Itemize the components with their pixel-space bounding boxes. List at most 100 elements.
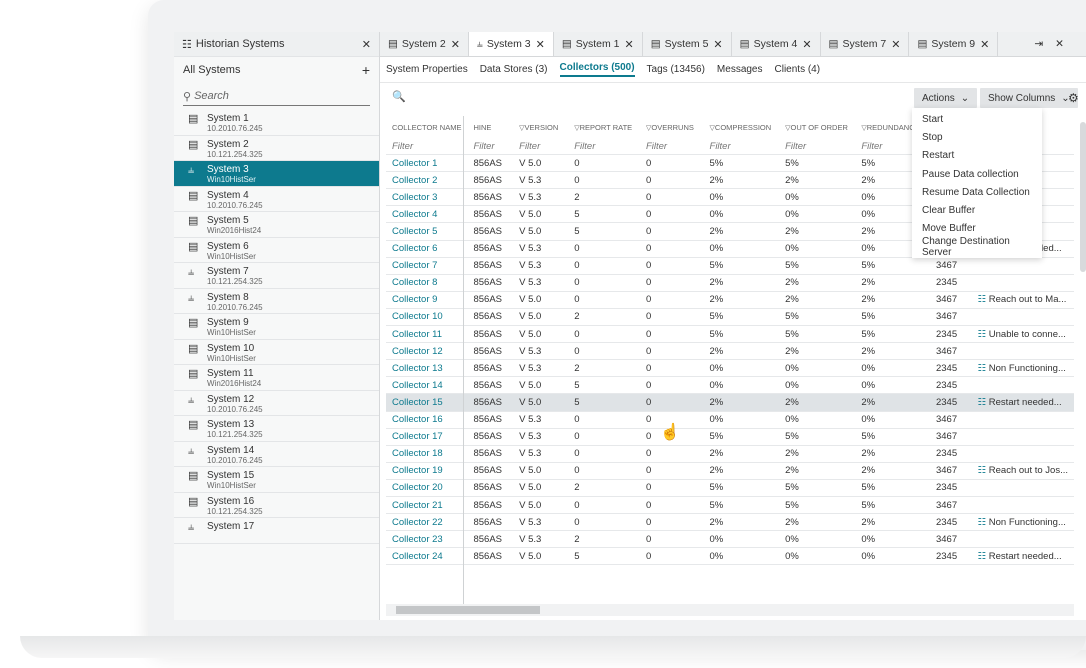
search-input[interactable]: ⚲ Search xyxy=(183,87,370,106)
section-tab[interactable]: Tags (13456) xyxy=(647,64,705,75)
sidebar-item-system-9[interactable]: ▤ System 9 Win10HistSer xyxy=(174,314,379,340)
table-row[interactable]: Collector 22 856AS V 5.3 0 0 2% 2% 2% 2345 ☷ Non … xyxy=(386,513,1074,532)
table-cell[interactable]: Collector 11 xyxy=(386,325,468,344)
section-tab[interactable]: Clients (4) xyxy=(775,64,821,75)
binoculars-icon[interactable]: 🔍 xyxy=(392,90,406,103)
table-cell[interactable]: Collector 14 xyxy=(386,376,468,395)
table-row[interactable]: Collector 16 856AS V 5.3 0 0 0% 0% 0% 3467 xyxy=(386,411,1074,429)
filter-input[interactable]: Filter xyxy=(386,138,468,156)
section-tab[interactable]: System Properties xyxy=(386,64,468,75)
comment-icon[interactable]: ☷ xyxy=(978,517,989,528)
horizontal-scrollbar[interactable] xyxy=(386,604,1074,616)
table-cell[interactable]: Collector 7 xyxy=(386,257,468,275)
tab-system-5[interactable]: ▤ System 5 ✕ xyxy=(643,32,732,56)
comment-icon[interactable]: ☷ xyxy=(978,397,989,408)
filter-input[interactable]: Filter xyxy=(513,138,569,156)
comment-icon[interactable]: ☷ xyxy=(978,465,989,476)
table-row[interactable]: Collector 15 856AS V 5.0 5 0 2% 2% 2% 2345 ☷ Rest… xyxy=(386,393,1074,412)
comment-icon[interactable]: ☷ xyxy=(978,551,989,562)
sidebar-item-system-5[interactable]: ▤ System 5 Win2016Hist24 xyxy=(174,212,379,238)
actions-menu-item[interactable]: Restart xyxy=(912,147,1042,165)
tab-system-4[interactable]: ▤ System 4 ✕ xyxy=(732,32,821,56)
column-header[interactable]: COLLECTOR NAME xyxy=(386,116,467,138)
sidebar-item-system-17[interactable]: ⫨ System 17 xyxy=(174,518,379,544)
table-cell[interactable]: Collector 16 xyxy=(386,411,468,429)
table-cell[interactable]: Collector 23 xyxy=(386,530,468,549)
table-row[interactable]: Collector 21 856AS V 5.0 0 0 5% 5% 5% 3467 xyxy=(386,496,1074,515)
table-cell[interactable]: Collector 22 xyxy=(386,513,468,532)
table-cell[interactable]: Collector 15 xyxy=(386,393,468,412)
sidebar-item-system-2[interactable]: ▤ System 2 10.121.254.325 xyxy=(174,136,379,161)
table-row[interactable]: Collector 7 856AS V 5.3 0 0 5% 5% 5% 3467 xyxy=(386,257,1074,275)
filter-input[interactable]: Filter xyxy=(568,138,640,156)
column-header[interactable]: HINE xyxy=(467,116,513,138)
table-cell[interactable]: Collector 2 xyxy=(386,171,468,190)
table-row[interactable]: Collector 13 856AS V 5.3 2 0 0% 0% 0% 2345 ☷ Non … xyxy=(386,359,1074,378)
table-cell[interactable]: Collector 20 xyxy=(386,479,468,497)
sidebar-item-system-13[interactable]: ▤ System 13 10.121.254.325 xyxy=(174,416,379,442)
sidebar-item-system-10[interactable]: ▤ System 10 Win10HistSer xyxy=(174,340,379,365)
sidebar-item-system-16[interactable]: ▤ System 16 10.121.254.325 xyxy=(174,493,379,518)
table-row[interactable]: Collector 17 856AS V 5.3 0 0 5% 5% 5% 3467 xyxy=(386,428,1074,446)
section-tab[interactable]: Messages xyxy=(717,64,763,75)
close-icon[interactable]: ✕ xyxy=(1055,38,1064,50)
actions-menu-item[interactable]: Resume Data Collection xyxy=(912,183,1042,201)
sidebar-item-system-3[interactable]: ⫨ System 3 Win10HistSer xyxy=(174,161,379,187)
table-cell[interactable]: Collector 13 xyxy=(386,359,468,378)
close-icon[interactable]: ✕ xyxy=(713,38,722,51)
close-icon[interactable]: ✕ xyxy=(980,38,989,51)
table-row[interactable]: Collector 10 856AS V 5.0 2 0 5% 5% 5% 3467 xyxy=(386,308,1074,327)
section-tab[interactable]: Collectors (500) xyxy=(559,62,635,77)
sidebar-item-system-11[interactable]: ▤ System 11 Win2016Hist24 xyxy=(174,365,379,391)
table-cell[interactable]: Collector 24 xyxy=(386,547,468,566)
actions-menu-item[interactable]: Pause Data collection xyxy=(912,165,1042,183)
table-cell[interactable]: Collector 10 xyxy=(386,308,468,327)
table-row[interactable]: Collector 23 856AS V 5.3 2 0 0% 0% 0% 3467 xyxy=(386,530,1074,549)
sidebar-item-system-14[interactable]: ⫨ System 14 10.2010.76.245 xyxy=(174,442,379,467)
comment-icon[interactable]: ☷ xyxy=(978,363,989,374)
actions-menu-item[interactable]: Stop xyxy=(912,128,1042,146)
table-cell[interactable]: Collector 17 xyxy=(386,428,468,446)
sidebar-item-system-7[interactable]: ⫨ System 7 10.121.254.325 xyxy=(174,263,379,289)
filter-input[interactable]: Filter xyxy=(703,138,780,156)
filter-input[interactable]: Filter xyxy=(779,138,856,156)
table-row[interactable]: Collector 19 856AS V 5.0 0 0 2% 2% 2% 3467 ☷ Reac… xyxy=(386,462,1074,480)
table-row[interactable]: Collector 12 856AS V 5.3 0 0 2% 2% 2% 3467 xyxy=(386,342,1074,361)
actions-button[interactable]: Actions ⌄ xyxy=(914,88,978,108)
show-columns-button[interactable]: Show Columns ⌄ xyxy=(980,88,1078,108)
table-cell[interactable]: Collector 9 xyxy=(386,291,468,309)
systems-selector[interactable]: All Systems + xyxy=(174,57,379,83)
sidebar-item-system-6[interactable]: ▤ System 6 Win10HistSer xyxy=(174,238,379,263)
section-tab[interactable]: Data Stores (3) xyxy=(480,64,548,75)
table-row[interactable]: Collector 20 856AS V 5.0 2 0 5% 5% 5% 2345 xyxy=(386,479,1074,497)
actions-menu-item[interactable]: Start xyxy=(912,110,1042,128)
sidebar-item-system-1[interactable]: ▤ System 1 10.2010.76.245 xyxy=(174,110,379,136)
table-cell[interactable]: Collector 21 xyxy=(386,496,468,515)
filter-input[interactable]: Filter xyxy=(639,138,704,156)
close-icon[interactable]: ✕ xyxy=(451,38,460,51)
table-cell[interactable]: Collector 1 xyxy=(386,154,468,173)
table-row[interactable]: Collector 24 856AS V 5.0 5 0 0% 0% 0% 2345 ☷ Rest… xyxy=(386,547,1074,566)
actions-menu-item[interactable]: Change Destination Server xyxy=(912,236,1042,258)
column-header[interactable]: ▽COMPRESSION xyxy=(704,116,780,138)
tab-system-7[interactable]: ▤ System 7 ✕ xyxy=(821,32,910,56)
add-system-button[interactable]: + xyxy=(362,62,370,78)
table-row[interactable]: Collector 9 856AS V 5.0 0 0 2% 2% 2% 3467 ☷ Reach… xyxy=(386,291,1074,309)
table-cell[interactable]: Collector 8 xyxy=(386,274,468,292)
actions-menu-item[interactable]: Clear Buffer xyxy=(912,201,1042,219)
filter-input[interactable]: Filter xyxy=(467,138,514,156)
tab-system-9[interactable]: ▤ System 9 ✕ xyxy=(909,32,999,56)
column-header[interactable]: ▽OUT OF ORDER xyxy=(779,116,855,138)
vertical-scrollbar[interactable] xyxy=(1080,122,1086,272)
expand-icon[interactable]: ⇥ xyxy=(1034,38,1043,50)
close-icon[interactable]: ✕ xyxy=(891,38,900,51)
column-header[interactable]: ▽VERSION xyxy=(513,116,568,138)
table-cell[interactable]: Collector 6 xyxy=(386,240,468,258)
table-row[interactable]: Collector 8 856AS V 5.3 0 0 2% 2% 2% 2345 xyxy=(386,274,1074,292)
scrollbar-thumb[interactable] xyxy=(396,606,540,614)
column-header[interactable]: ▽OVERRUNS xyxy=(640,116,704,138)
close-sidebar-button[interactable]: ✕ xyxy=(362,38,371,51)
comment-icon[interactable]: ☷ xyxy=(978,329,989,340)
close-icon[interactable]: ✕ xyxy=(802,38,811,51)
tab-system-2[interactable]: ▤ System 2 ✕ xyxy=(380,32,469,56)
